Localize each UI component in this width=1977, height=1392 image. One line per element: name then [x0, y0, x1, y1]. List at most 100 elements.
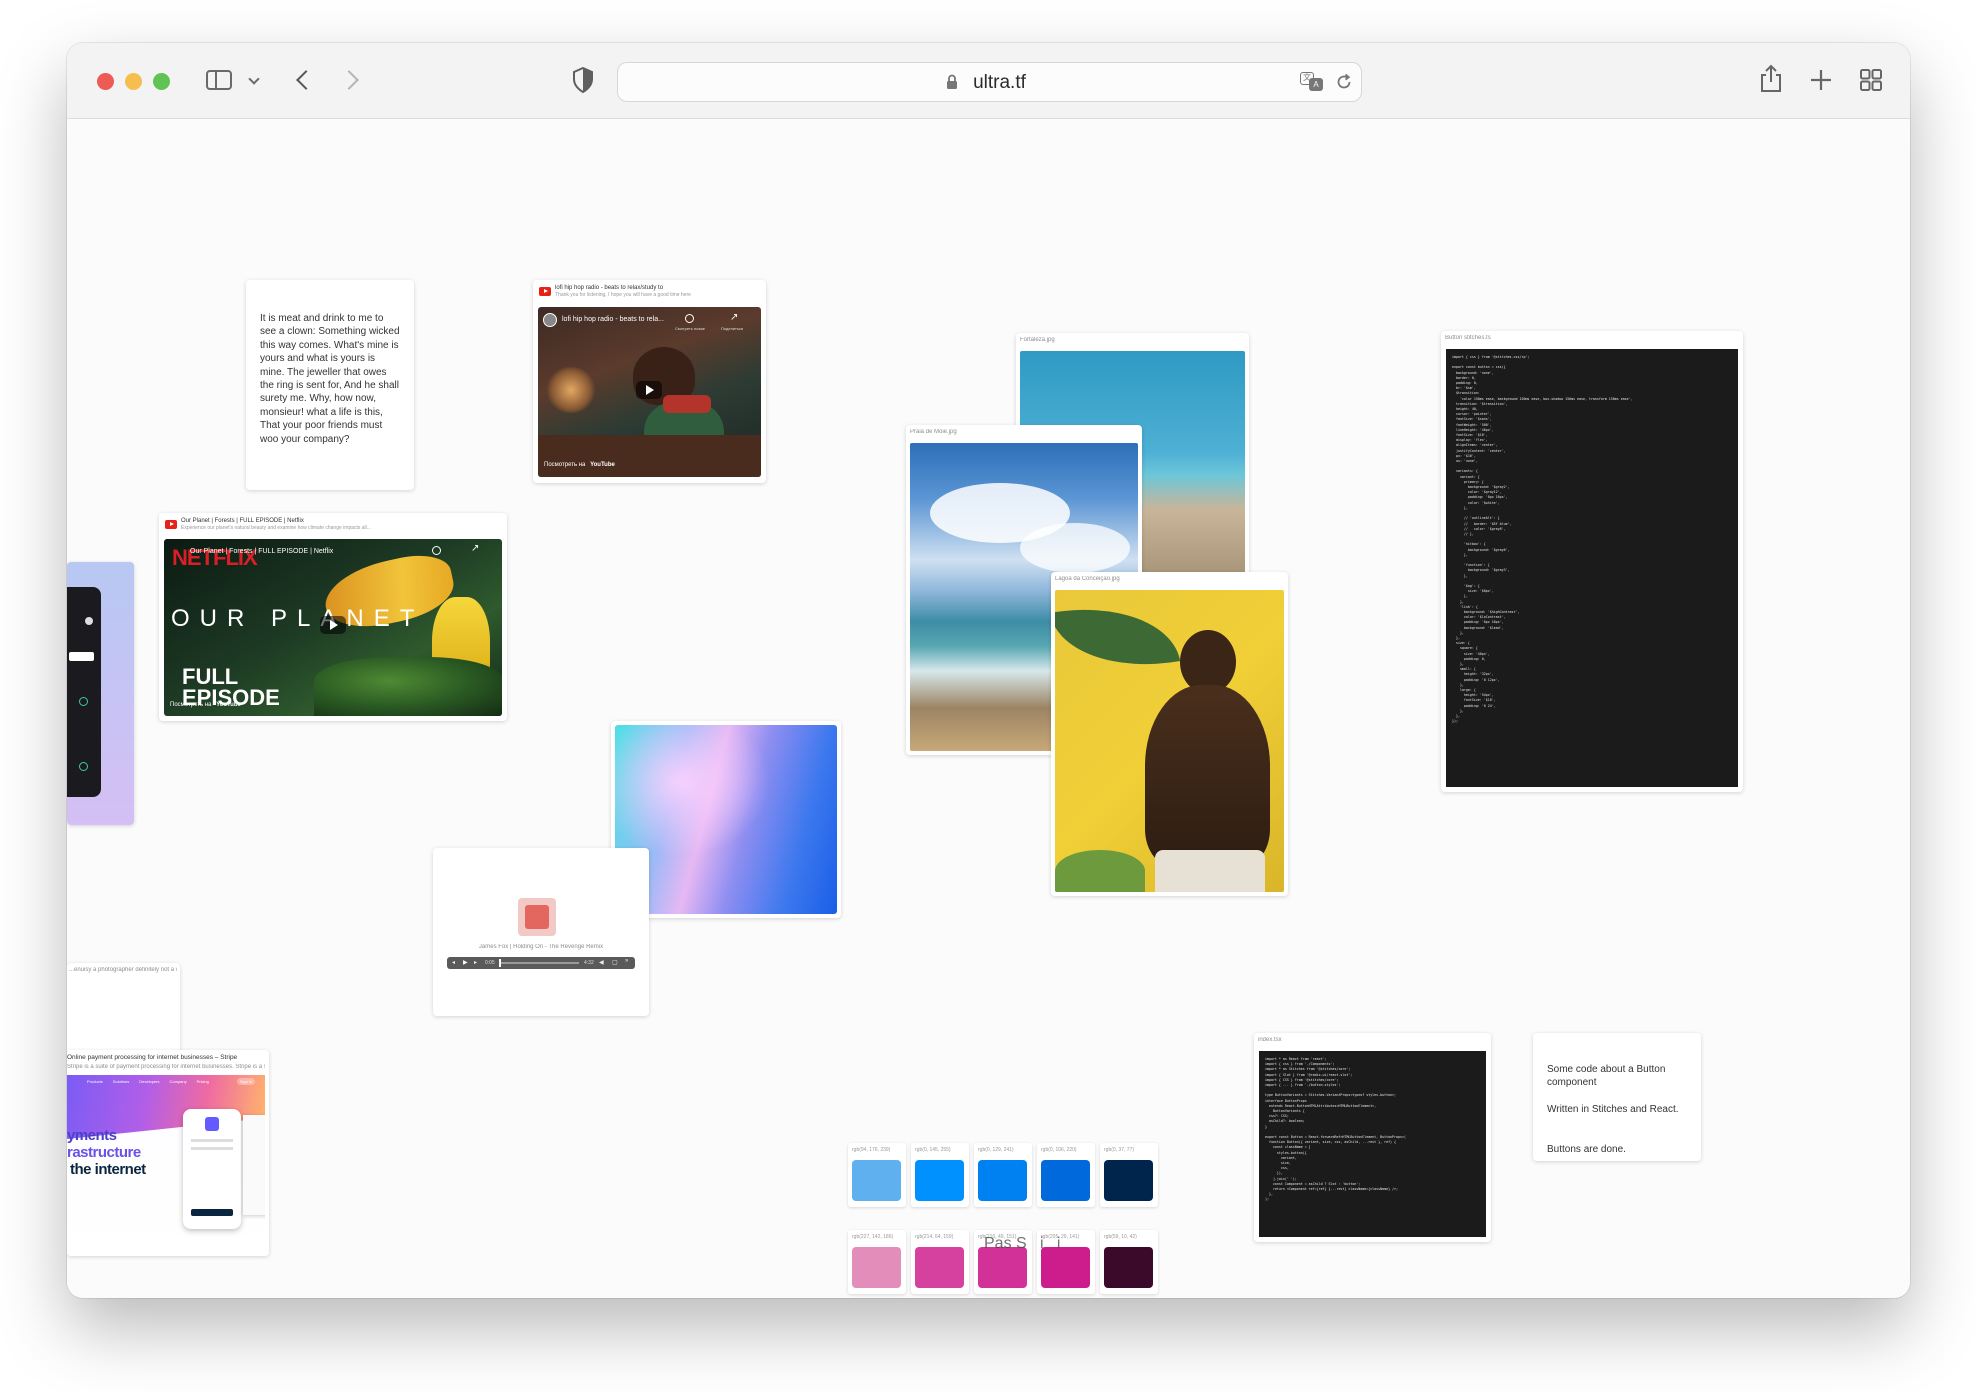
phone-mockup [67, 587, 101, 797]
browser-toolbar: ultra.tf 文 A [67, 43, 1910, 119]
play-icon[interactable] [636, 381, 662, 399]
swatch-color [1104, 1160, 1153, 1201]
palm-leaf [1055, 592, 1181, 682]
new-tab-icon[interactable] [1810, 69, 1832, 91]
stripe-dashboard-mockup [243, 1115, 265, 1215]
code-card-stitches[interactable]: Button stitches.ts import { css } from '… [1441, 331, 1743, 792]
swatch-color [1104, 1247, 1153, 1288]
translate-icon[interactable]: 文 A [1300, 72, 1324, 92]
swatch-card[interactable]: rgb(0, 37, 77) [1100, 1143, 1158, 1207]
phone-screenshot-card[interactable] [67, 562, 134, 825]
swatch-label: rgb(0, 129, 241) [978, 1147, 1014, 1153]
color-palette[interactable]: rgb(94, 176, 239) rgb(0, 145, 255) rgb(0, … [848, 1143, 1208, 1298]
swatch-card[interactable]: rgb(0, 106, 220) [1037, 1143, 1095, 1207]
video-card-our-planet[interactable]: Our Planet | Forests | FULL EPISODE | Ne… [159, 513, 507, 721]
stripe-signin-button[interactable]: Sign in [237, 1078, 256, 1085]
watch-later-label: Смотреть позже [675, 326, 706, 331]
url-text: ultra.tf [973, 72, 1026, 93]
watch-on-youtube[interactable]: Посмотреть на YouTube [544, 462, 615, 472]
code-note-card[interactable]: Some code about a Button component Writt… [1533, 1033, 1701, 1161]
audio-controls[interactable]: ◂ ▶ ▸ 0:05 4:32 ◀ ▢ » [447, 957, 635, 969]
stripe-nav-item[interactable]: Products [87, 1079, 103, 1084]
youtube-label: YouTube [216, 702, 241, 708]
swatch-card[interactable]: rgb(0, 145, 255) [911, 1143, 969, 1207]
code-block: import * as React from 'react'; import {… [1259, 1051, 1486, 1237]
share-video-icon[interactable]: ↗ [471, 544, 479, 554]
stripe-top-caption: ...enuisy a photographer definitely not … [69, 967, 177, 973]
back-icon[interactable] [296, 70, 316, 90]
address-bar[interactable]: ultra.tf 文 A [617, 62, 1362, 102]
stripe-nav-item[interactable]: Company [170, 1079, 187, 1084]
play-icon[interactable] [320, 616, 346, 634]
code-caption: index.tsx [1258, 1037, 1282, 1043]
note-line-2: Written in Stitches and React. [1547, 1104, 1679, 1115]
browser-window: ultra.tf 文 A It is meat and drink to me … [67, 43, 1910, 1298]
shield-icon[interactable] [572, 67, 594, 93]
share-video-icon[interactable]: ↗ [730, 313, 738, 323]
skip-back-icon[interactable]: ◂ [452, 959, 455, 966]
music-player-card[interactable]: James Fox | Holding On - The Revenge Rem… [433, 848, 649, 1016]
zoom-window-button[interactable] [153, 73, 170, 90]
volume-icon[interactable]: ◀ [599, 959, 604, 966]
watch-later-icon[interactable] [432, 546, 441, 555]
phone-toggle-icon [79, 762, 88, 771]
swatch-card[interactable]: rgb(214, 64, 159) [911, 1230, 969, 1294]
play-audio-icon[interactable]: ▶ [463, 959, 468, 966]
code-card-index[interactable]: index.tsx import * as React from 'react'… [1254, 1033, 1491, 1242]
stripe-nav: Products Solutions Developers Company Pr… [87, 1079, 209, 1084]
chevron-down-icon[interactable] [248, 73, 260, 85]
our-planet-headline: OUR PLANET [171, 605, 425, 632]
close-window-button[interactable] [97, 73, 114, 90]
stripe-hero-line2: rastructure [67, 1144, 141, 1161]
code-block: import { css } from '@stitches.css/rp'; … [1446, 349, 1738, 787]
video-player[interactable]: lofi hip hop radio - beats to rela... См… [538, 307, 761, 477]
album-art [518, 898, 556, 936]
forward-icon[interactable] [339, 70, 359, 90]
sidebar-icon[interactable] [206, 70, 232, 90]
figure-cloth [1155, 850, 1265, 892]
grass [1055, 850, 1145, 892]
swatch-color [1041, 1247, 1090, 1288]
watch-on-youtube[interactable]: Посмотреть на YouTube [170, 702, 241, 712]
reload-icon[interactable] [1335, 73, 1353, 91]
video-header: Our Planet | Forests | FULL EPISODE | Ne… [165, 518, 501, 534]
fullscreen-icon[interactable]: ▢ [612, 959, 618, 966]
note-text: It is meat and drink to me to see a clow… [260, 313, 400, 445]
swatch-color [915, 1247, 964, 1288]
image-caption: Fortaleza.jpg [1020, 337, 1055, 343]
stripe-nav-item[interactable]: Developers [139, 1079, 159, 1084]
share-icon[interactable] [1759, 64, 1783, 94]
watch-on-label: Посмотреть на [544, 462, 586, 468]
swatch-card[interactable]: rgb(227, 142, 186) [848, 1230, 906, 1294]
watch-later-icon[interactable] [685, 314, 694, 323]
image-card-lagoa[interactable]: Lagoa da Conceição.jpg [1051, 572, 1288, 896]
swatch-label: rgb(0, 37, 77) [1104, 1147, 1135, 1153]
video-card-lofi[interactable]: lofi hip hop radio - beats to relax/stud… [533, 280, 766, 483]
stripe-phone-mockup [183, 1109, 241, 1229]
swatch-card[interactable]: rgb(59, 10, 42) [1100, 1230, 1158, 1294]
audio-scrubber[interactable] [499, 959, 579, 967]
stripe-card[interactable]: Online payment processing for internet b… [67, 1050, 269, 1256]
swatch-color [915, 1160, 964, 1201]
swatch-card[interactable]: rgb(94, 176, 239) [848, 1143, 906, 1207]
note-line-1: Some code about a Button component [1547, 1064, 1666, 1089]
moodboard-canvas[interactable]: It is meat and drink to me to see a clow… [67, 120, 1910, 1298]
video-overlay-title: Our Planet | Forests | FULL EPISODE | Ne… [190, 548, 334, 555]
tab-overview-icon[interactable] [1860, 69, 1882, 91]
watch-on-label: Посмотреть на [170, 702, 212, 708]
minimize-window-button[interactable] [125, 73, 142, 90]
cloud-shape [1020, 523, 1130, 573]
stripe-title: Online payment processing for internet b… [67, 1054, 238, 1061]
stripe-hero-line1: yments [67, 1127, 117, 1144]
stripe-nav-item[interactable]: Pricing [197, 1079, 209, 1084]
note-card[interactable]: It is meat and drink to me to see a clow… [246, 280, 414, 490]
swatch-card[interactable]: rgb(0, 129, 241) [974, 1143, 1032, 1207]
more-icon[interactable]: » [625, 958, 628, 964]
stripe-nav-item[interactable]: Solutions [113, 1079, 129, 1084]
video-subtitle: Thank you for listening, I hope you will… [555, 292, 691, 298]
swatch-label: rgb(94, 176, 239) [852, 1147, 891, 1153]
swatch-color [978, 1160, 1027, 1201]
time-current: 0:05 [485, 960, 495, 966]
video-player[interactable]: NETFLIX Our Planet | Forests | FULL EPIS… [164, 539, 502, 716]
skip-forward-icon[interactable]: ▸ [474, 959, 477, 966]
